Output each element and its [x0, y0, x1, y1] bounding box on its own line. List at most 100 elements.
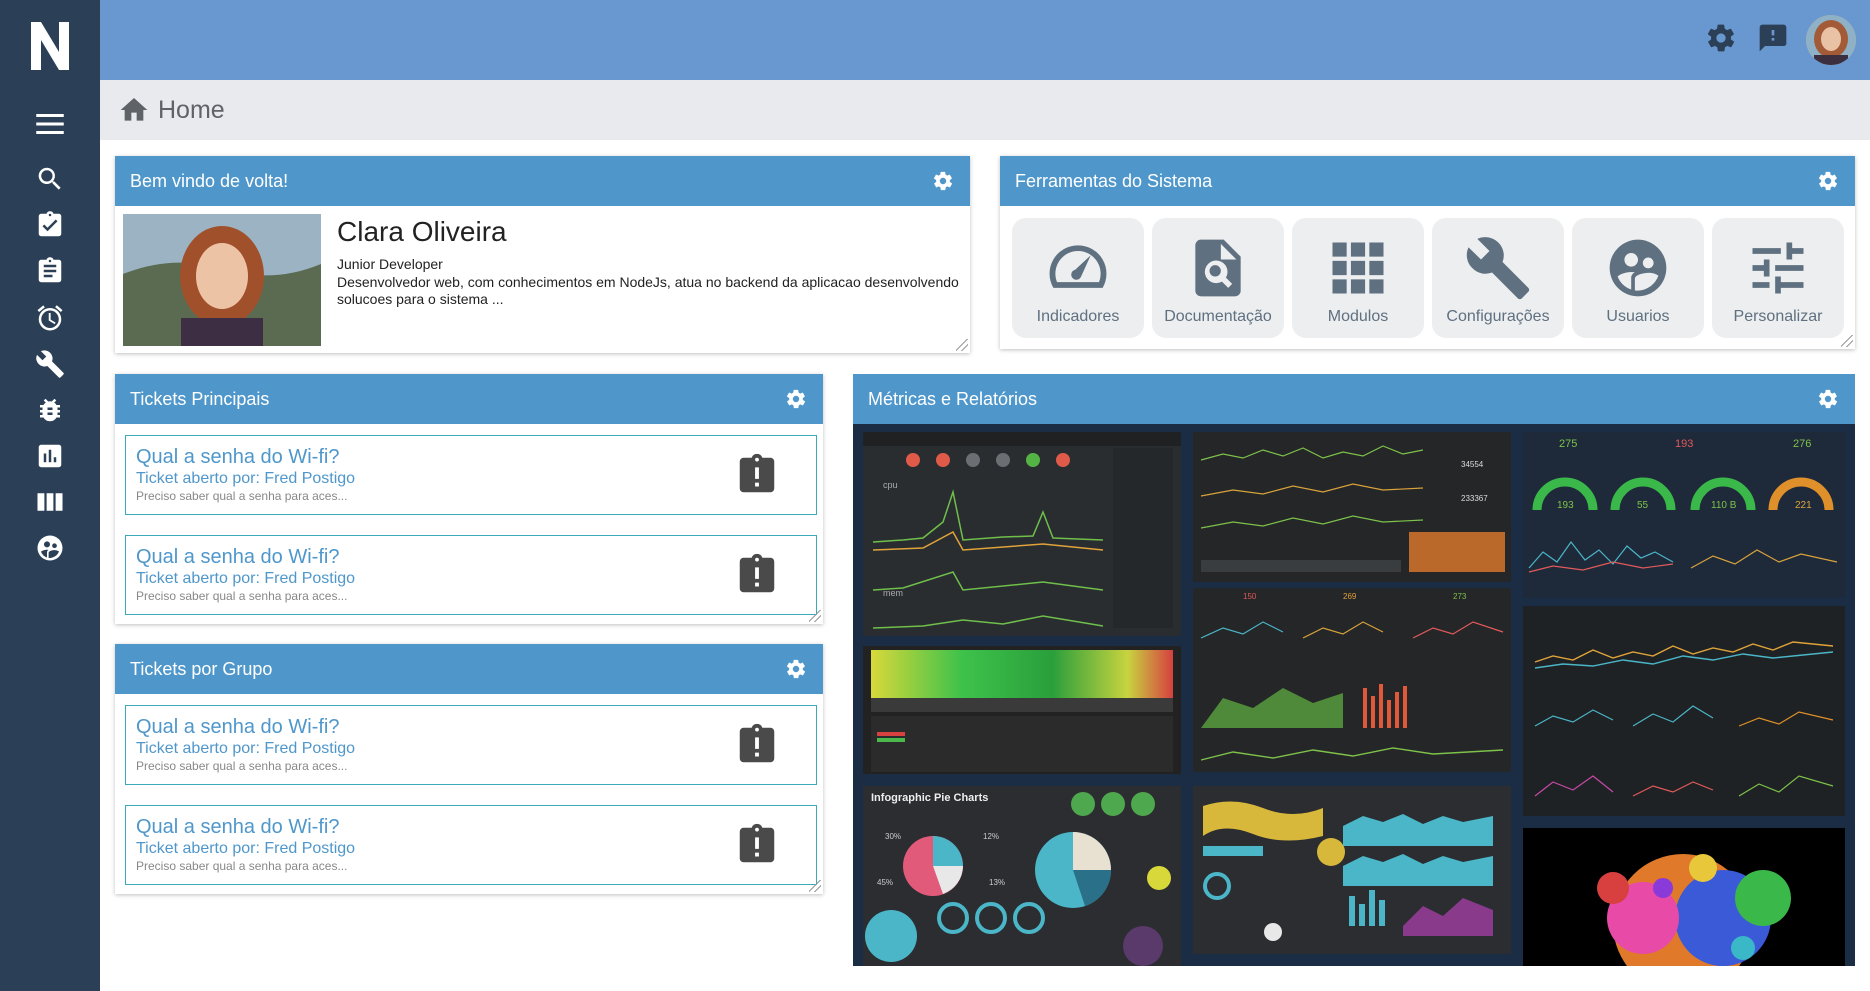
ticket-title[interactable]: Qual a senha do Wi-fi?: [136, 546, 339, 569]
tools-panel-title: Ferramentas do Sistema: [1015, 170, 1213, 191]
clipboard-text-icon[interactable]: [32, 253, 68, 289]
tickets-group-header: Tickets por Grupo: [115, 644, 823, 694]
tool-documentacao[interactable]: Documentação: [1152, 218, 1284, 338]
gear-icon[interactable]: [785, 388, 807, 410]
clipboard-alert-icon: [734, 822, 780, 868]
resize-handle[interactable]: [956, 339, 968, 351]
tool-label: Documentação: [1164, 308, 1272, 325]
welcome-panel: Bem vindo de volta! Clara Oliveira Junio…: [115, 156, 970, 353]
thumb-stat: 233367: [1461, 494, 1488, 503]
dashboard-thumbnail-gauges[interactable]: 275 193 276 193 55 110 B 221: [1523, 432, 1845, 598]
tool-personalizar[interactable]: Personalizar: [1712, 218, 1844, 338]
tool-label: Personalizar: [1733, 308, 1823, 325]
ticket-title[interactable]: Qual a senha do Wi-fi?: [136, 446, 339, 469]
tools-panel-header: Ferramentas do Sistema: [1000, 156, 1855, 206]
users-circle-icon[interactable]: [32, 530, 68, 566]
thumb-pie-value: 45%: [877, 878, 894, 887]
avatar[interactable]: [1806, 15, 1856, 65]
tool-label: Indicadores: [1036, 308, 1120, 325]
tool-label: Modulos: [1327, 308, 1389, 325]
ticket-card[interactable]: Qual a senha do Wi-fi? Ticket aberto por…: [125, 705, 817, 785]
breadcrumb: Home: [100, 80, 1870, 140]
tool-modulos[interactable]: Modulos: [1292, 218, 1424, 338]
sidebar: [0, 0, 100, 991]
tickets-group-panel: Tickets por Grupo Qual a senha do Wi-fi?…: [115, 644, 823, 894]
gear-icon[interactable]: [1817, 170, 1839, 192]
dashboard-thumbnail-infographic[interactable]: [1193, 786, 1511, 954]
thumb-stat: 193: [1675, 438, 1694, 450]
tool-usuarios[interactable]: Usuarios: [1572, 218, 1704, 338]
thumb-pie-value: 12%: [983, 832, 1000, 841]
thumb-stat: 275: [1559, 438, 1578, 450]
thumb-mem-label: mem: [883, 588, 903, 598]
metrics-panel-title: Métricas e Relatórios: [868, 388, 1038, 409]
ticket-card[interactable]: Qual a senha do Wi-fi? Ticket aberto por…: [125, 535, 817, 615]
tools-panel: Ferramentas do Sistema Indicadores Docum…: [1000, 156, 1855, 349]
app-logo[interactable]: [29, 22, 71, 70]
metrics-gallery: cpu mem Infographic Pie Charts 30% 12% 4…: [853, 424, 1855, 966]
dashboard-thumbnail-timeseries[interactable]: [1523, 606, 1845, 816]
thumb-pie-title: Infographic Pie Charts: [871, 792, 989, 804]
feedback-icon[interactable]: [1755, 20, 1791, 56]
dashboard-thumbnail-pie-charts[interactable]: Infographic Pie Charts 30% 12% 45% 13%: [863, 786, 1181, 966]
clipboard-check-icon[interactable]: [32, 207, 68, 243]
profile-name: Clara Oliveira: [337, 216, 507, 247]
dashboard-thumbnail-cpu[interactable]: cpu mem: [863, 432, 1181, 636]
grid-icon: [1332, 242, 1384, 294]
tool-indicadores[interactable]: Indicadores: [1012, 218, 1144, 338]
menu-icon[interactable]: [32, 106, 68, 142]
wrench-icon[interactable]: [32, 346, 68, 382]
gear-icon[interactable]: [785, 658, 807, 680]
gear-icon[interactable]: [1703, 20, 1739, 56]
ticket-description: Preciso saber qual a senha para aces...: [136, 589, 348, 603]
users-circle-icon: [1609, 239, 1667, 297]
tool-label: Usuarios: [1606, 308, 1670, 325]
thumb-stat: 34554: [1461, 460, 1484, 469]
thumb-stat: 273: [1453, 592, 1467, 601]
ticket-title[interactable]: Qual a senha do Wi-fi?: [136, 716, 339, 739]
wrench-icon: [1466, 237, 1530, 300]
resize-handle[interactable]: [1841, 335, 1853, 347]
thumb-stat: 276: [1793, 438, 1812, 450]
gear-icon[interactable]: [1817, 388, 1839, 410]
tickets-main-panel: Tickets Principais Qual a senha do Wi-fi…: [115, 374, 823, 624]
dashboard-thumbnail-sparklines[interactable]: 34554 233367: [1193, 432, 1511, 582]
thumb-stat: 269: [1343, 592, 1357, 601]
ticket-author: Ticket aberto por: Fred Postigo: [136, 470, 356, 487]
welcome-panel-title: Bem vindo de volta!: [130, 170, 289, 191]
resize-handle[interactable]: [809, 610, 821, 622]
thumb-pie-value: 13%: [989, 878, 1006, 887]
search-icon[interactable]: [32, 161, 68, 197]
welcome-panel-header: Bem vindo de volta!: [115, 156, 970, 206]
thumb-stat: 193: [1557, 500, 1574, 511]
clipboard-alert-icon: [734, 722, 780, 768]
home-icon[interactable]: [118, 94, 150, 126]
resize-handle[interactable]: [809, 880, 821, 892]
top-bar: [100, 0, 1870, 80]
metrics-panel: Métricas e Relatórios cpu mem Infographi…: [853, 374, 1855, 991]
bug-icon[interactable]: [32, 392, 68, 428]
tool-configuracoes[interactable]: Configurações: [1432, 218, 1564, 338]
dashboard-thumbnail-bubbles[interactable]: [1523, 828, 1845, 966]
ticket-description: Preciso saber qual a senha para aces...: [136, 859, 348, 873]
ticket-author: Ticket aberto por: Fred Postigo: [136, 840, 356, 857]
ticket-title[interactable]: Qual a senha do Wi-fi?: [136, 816, 339, 839]
bar-chart-icon[interactable]: [32, 438, 68, 474]
thumb-pie-value: 30%: [885, 832, 902, 841]
gear-icon[interactable]: [932, 170, 954, 192]
dashboard-thumbnail-heatmap[interactable]: [863, 646, 1181, 774]
thumb-cpu-label: cpu: [883, 480, 898, 490]
thumb-stat: 150: [1243, 592, 1257, 601]
tickets-main-header: Tickets Principais: [115, 374, 823, 424]
columns-icon[interactable]: [32, 484, 68, 520]
profile-role: Junior Developer: [337, 256, 443, 272]
speedometer-icon: [1049, 245, 1107, 288]
metrics-panel-header: Métricas e Relatórios: [853, 374, 1855, 424]
sliders-icon: [1752, 242, 1804, 294]
alarm-clock-icon[interactable]: [32, 300, 68, 336]
dashboard-thumbnail-multi-panel[interactable]: 150 269 273: [1193, 588, 1511, 772]
profile-photo: [123, 214, 321, 346]
ticket-card[interactable]: Qual a senha do Wi-fi? Ticket aberto por…: [125, 805, 817, 885]
thumb-stat: 221: [1795, 500, 1812, 511]
ticket-card[interactable]: Qual a senha do Wi-fi? Ticket aberto por…: [125, 435, 817, 515]
